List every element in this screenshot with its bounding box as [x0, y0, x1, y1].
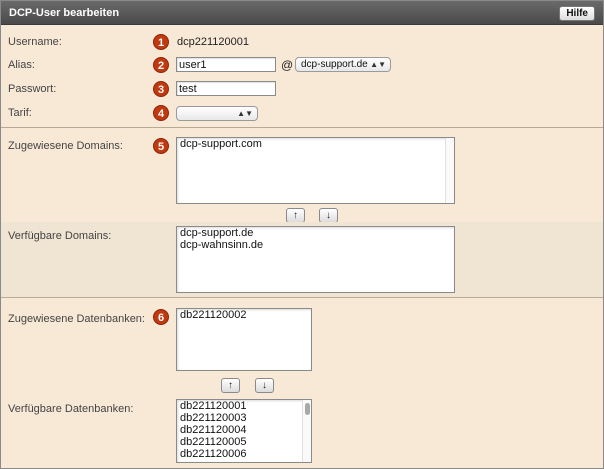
assigned-domains-section: Zugewiesene Domains: 5 dcp-support.com ↑…	[1, 127, 603, 223]
tarif-select[interactable]: ▲▼	[176, 106, 258, 121]
alias-input[interactable]	[176, 57, 276, 72]
help-button[interactable]: Hilfe	[559, 6, 595, 21]
list-item[interactable]: dcp-wahnsinn.de	[177, 239, 454, 251]
select-arrows-icon: ▲▼	[237, 109, 253, 118]
assigned-domains-label: Zugewiesene Domains:	[8, 140, 123, 152]
list-item[interactable]: db221120002	[177, 309, 311, 321]
arrow-up-icon: ↑	[228, 380, 233, 391]
badge-1: 1	[153, 34, 169, 50]
passwort-label: Passwort:	[8, 83, 57, 95]
available-domains-list[interactable]: dcp-support.de dcp-wahnsinn.de	[176, 226, 455, 293]
assigned-databases-label: Zugewiesene Datenbanken:	[8, 313, 145, 325]
alias-label: Alias:	[8, 59, 35, 71]
arrow-down-icon: ↓	[262, 380, 267, 391]
scrollbar[interactable]	[445, 138, 454, 203]
badge-6: 6	[153, 309, 169, 325]
list-item[interactable]: dcp-support.com	[177, 138, 454, 150]
assigned-databases-list[interactable]: db221120002	[176, 308, 312, 371]
arrow-up-icon: ↑	[293, 210, 298, 221]
badge-5: 5	[153, 138, 169, 154]
badge-4: 4	[153, 105, 169, 121]
assigned-domains-list[interactable]: dcp-support.com	[176, 137, 455, 204]
available-domains-section: Verfügbare Domains: dcp-support.de dcp-wa…	[1, 222, 603, 297]
assigned-domains-items: dcp-support.com	[177, 138, 454, 150]
username-label: Username:	[8, 36, 62, 48]
panel-title: DCP-User bearbeiten	[9, 7, 120, 19]
assigned-databases-items: db221120002	[177, 309, 311, 321]
move-down-button[interactable]: ↓	[255, 378, 274, 393]
available-databases-list[interactable]: db221120001 db221120003 db221120004 db22112…	[176, 399, 312, 463]
scrollbar[interactable]	[302, 400, 311, 462]
available-databases-items: db221120001 db221120003 db221120004 db22112…	[177, 400, 311, 460]
available-domains-label: Verfügbare Domains:	[8, 230, 112, 242]
list-item[interactable]: db221120004	[177, 424, 311, 436]
at-sign: @	[281, 58, 294, 72]
badge-2: 2	[153, 57, 169, 73]
list-item[interactable]: dcp-support.de	[177, 227, 454, 239]
alias-domain-selected: dcp-support.de	[301, 59, 368, 70]
scrollbar-thumb[interactable]	[305, 403, 310, 415]
list-item[interactable]: db221120006	[177, 448, 311, 460]
passwort-input[interactable]	[176, 81, 276, 96]
select-arrows-icon: ▲▼	[370, 60, 386, 69]
databases-section: Zugewiesene Datenbanken: 6 db221120002 ↑…	[1, 297, 603, 468]
alias-domain-select[interactable]: dcp-support.de ▲▼	[295, 57, 391, 72]
panel-titlebar: DCP-User bearbeiten Hilfe	[1, 1, 603, 25]
badge-3: 3	[153, 81, 169, 97]
list-item[interactable]: db221120001	[177, 400, 311, 412]
move-up-button[interactable]: ↑	[286, 208, 305, 223]
available-domains-items: dcp-support.de dcp-wahnsinn.de	[177, 227, 454, 251]
username-value: dcp221120001	[177, 36, 249, 48]
basic-fields-section: Username: 1 dcp221120001 Alias: 2 @ dcp-…	[1, 26, 603, 127]
dcp-user-edit-panel: DCP-User bearbeiten Hilfe Username: 1 dc…	[0, 0, 604, 469]
list-item[interactable]: db221120003	[177, 412, 311, 424]
available-databases-label: Verfügbare Datenbanken:	[8, 403, 134, 415]
move-up-button[interactable]: ↑	[221, 378, 240, 393]
tarif-label: Tarif:	[8, 107, 32, 119]
list-item[interactable]: db221120005	[177, 436, 311, 448]
move-down-button[interactable]: ↓	[319, 208, 338, 223]
arrow-down-icon: ↓	[326, 210, 331, 221]
